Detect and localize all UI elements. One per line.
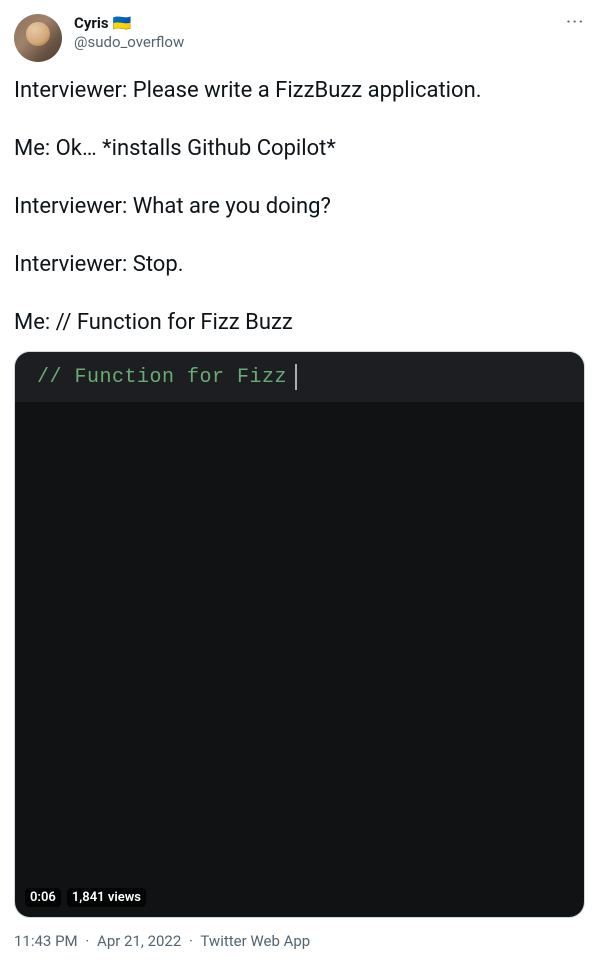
tweet-footer: 11:43 PM · Apr 21, 2022 · Twitter Web Ap… <box>14 932 585 964</box>
tweet-date[interactable]: Apr 21, 2022 <box>97 932 181 950</box>
video-position: 0:06 <box>25 888 61 907</box>
display-name: Cyris <box>74 14 109 32</box>
tweet-header: Cyris 🇺🇦 @sudo_overflow ··· <box>14 14 585 62</box>
separator: · <box>81 932 93 950</box>
tweet-time[interactable]: 11:43 PM <box>14 932 78 950</box>
author-handle[interactable]: @sudo_overflow <box>74 33 551 51</box>
avatar[interactable] <box>14 14 62 62</box>
separator: · <box>185 932 197 950</box>
video-views: 1,841 views <box>67 888 146 907</box>
author-name-line[interactable]: Cyris 🇺🇦 <box>74 14 551 32</box>
code-editor-video: // Function for Fizz 0:06 1,841 views <box>15 352 584 917</box>
author-block: Cyris 🇺🇦 @sudo_overflow <box>74 14 551 51</box>
flag-emoji: 🇺🇦 <box>113 14 132 32</box>
tweet-container: Cyris 🇺🇦 @sudo_overflow ··· Interviewer:… <box>0 0 599 964</box>
tweet-body: Interviewer: Please write a FizzBuzz app… <box>14 76 585 337</box>
editor-code-line: // Function for Fizz <box>15 352 584 402</box>
tweet-source: Twitter Web App <box>200 932 310 950</box>
more-icon[interactable]: ··· <box>551 14 585 32</box>
media-container[interactable]: // Function for Fizz 0:06 1,841 views <box>14 351 585 918</box>
code-comment: // Function for Fizz <box>37 366 287 389</box>
video-meta-overlay: 0:06 1,841 views <box>25 888 146 907</box>
text-cursor-icon <box>295 364 297 390</box>
